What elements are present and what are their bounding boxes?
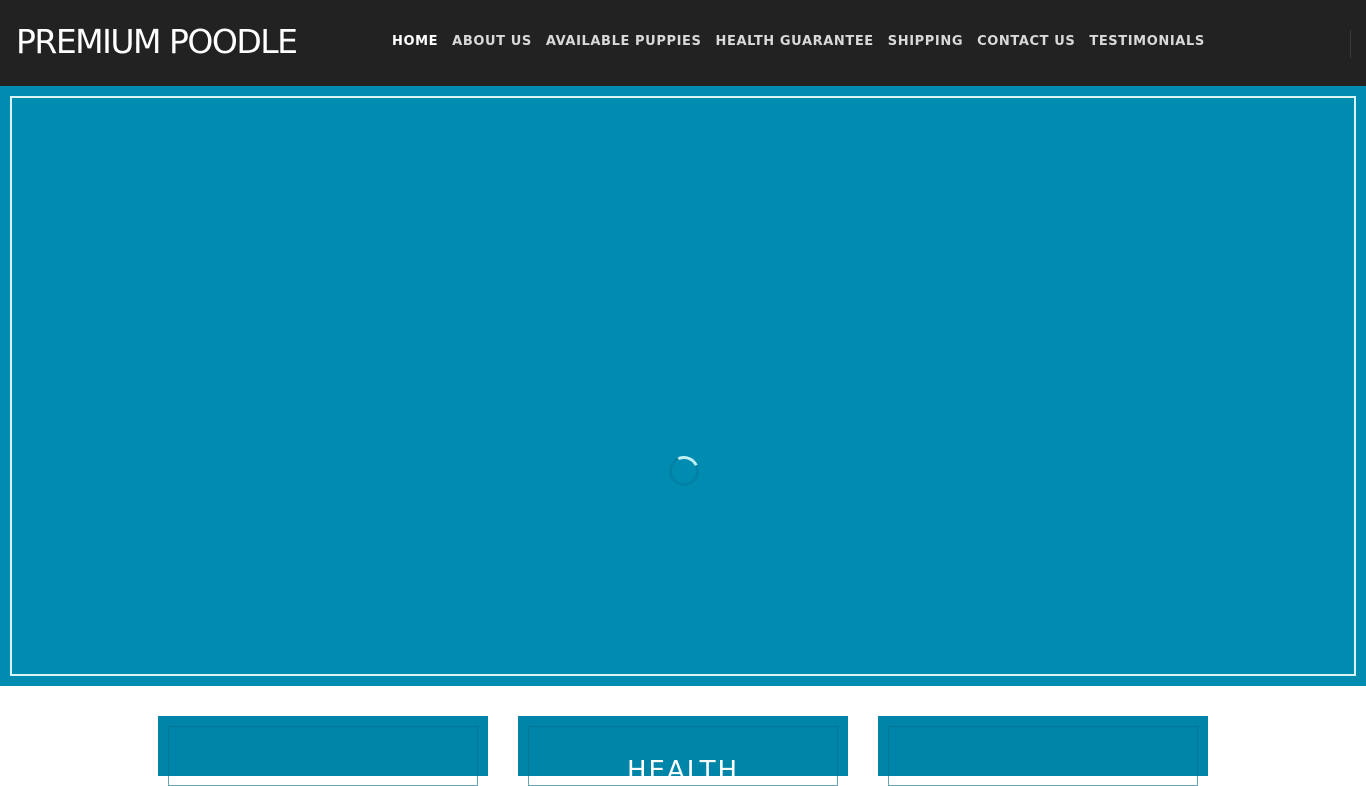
nav-item-home[interactable]: HOME — [392, 34, 438, 50]
card-frame — [168, 726, 478, 786]
hero-slider — [0, 86, 1366, 686]
site-header: PREMIUM POODLE HOME ABOUT US AVAILABLE P… — [0, 0, 1366, 86]
main-nav: HOME ABOUT US AVAILABLE PUPPIES HEALTH G… — [392, 34, 1219, 50]
card-title: HEALTH — [626, 756, 740, 786]
nav-item-testimonials[interactable]: TESTIMONIALS — [1089, 34, 1204, 50]
feature-cards: HEALTH — [0, 716, 1366, 786]
feature-card[interactable] — [878, 716, 1208, 786]
site-logo[interactable]: PREMIUM POODLE — [16, 22, 298, 62]
card-frame — [888, 726, 1198, 786]
feature-card-health[interactable]: HEALTH — [518, 716, 848, 786]
feature-card[interactable] — [158, 716, 488, 786]
nav-item-available-puppies[interactable]: AVAILABLE PUPPIES — [546, 34, 702, 50]
nav-divider — [1350, 30, 1351, 58]
nav-item-shipping[interactable]: SHIPPING — [888, 34, 963, 50]
nav-item-about-us[interactable]: ABOUT US — [452, 34, 532, 50]
nav-item-health-guarantee[interactable]: HEALTH GUARANTEE — [715, 34, 873, 50]
hero-frame — [10, 96, 1356, 676]
nav-item-contact-us[interactable]: CONTACT US — [977, 34, 1075, 50]
